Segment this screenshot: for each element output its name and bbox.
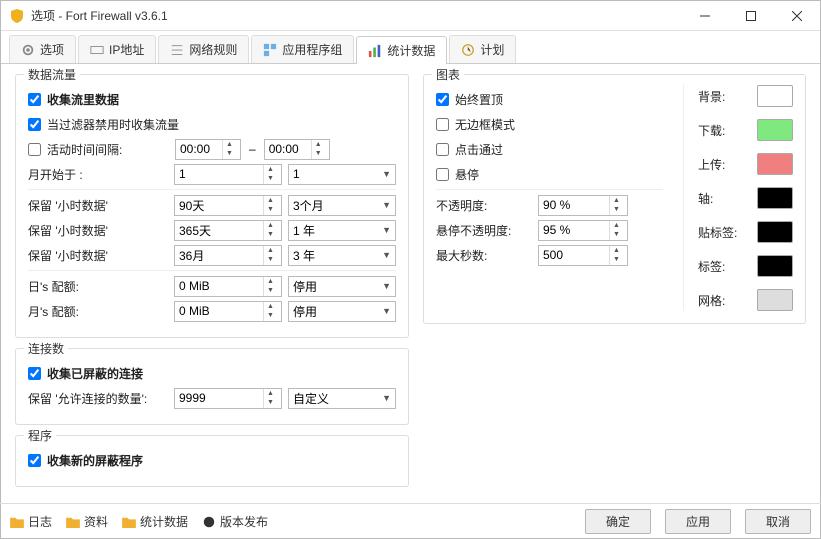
color-grid[interactable]: [757, 289, 793, 311]
footer: 日志 资料 统计数据 版本发布 确定 应用 取消: [0, 503, 821, 539]
folder-icon: [122, 516, 136, 528]
tab-schedule[interactable]: 计划: [449, 35, 516, 63]
link-stats[interactable]: 统计数据: [122, 513, 188, 530]
window-title: 选项 - Fort Firewall v3.6.1: [31, 7, 682, 24]
tab-appgroups[interactable]: 应用程序组: [251, 35, 354, 63]
group-title: 连接数: [24, 340, 68, 357]
tab-stats[interactable]: 统计数据: [356, 36, 447, 64]
day-quota-spin[interactable]: 0 MiB▲▼: [174, 276, 282, 297]
checkbox-always-top[interactable]: [436, 93, 449, 106]
group-traffic: 数据流量 收集流里数据 当过滤器禁用时收集流量 活动时间间隔: 00:00▲▼ …: [15, 74, 409, 338]
checkbox-collect-traffic[interactable]: [28, 93, 41, 106]
gear-icon: [21, 43, 35, 57]
keep1-spin[interactable]: 90天▲▼: [174, 195, 282, 216]
link-log[interactable]: 日志: [10, 513, 52, 530]
rules-icon: [170, 43, 184, 57]
checkbox-active-period[interactable]: [28, 143, 41, 156]
checkbox-frameless[interactable]: [436, 118, 449, 131]
month-quota-spin[interactable]: 0 MiB▲▼: [174, 301, 282, 322]
month-start-select[interactable]: 1▼: [288, 164, 396, 185]
keep2-spin[interactable]: 365天▲▼: [174, 220, 282, 241]
hover-opacity-spin[interactable]: 95 %▲▼: [538, 220, 628, 241]
tabs: 选项 IP地址 网络规则 应用程序组 统计数据 计划: [1, 31, 820, 64]
ok-button[interactable]: 确定: [585, 509, 651, 534]
color-ticks[interactable]: [757, 221, 793, 243]
apply-button[interactable]: 应用: [665, 509, 731, 534]
tab-netrules[interactable]: 网络规则: [158, 35, 249, 63]
color-bg[interactable]: [757, 85, 793, 107]
day-quota-select[interactable]: 停用▼: [288, 276, 396, 297]
color-axis[interactable]: [757, 187, 793, 209]
folder-icon: [66, 516, 80, 528]
group-title: 图表: [432, 66, 464, 83]
app-icon: [9, 8, 25, 24]
stats-icon: [368, 44, 382, 58]
color-upload[interactable]: [757, 153, 793, 175]
checkbox-collect-new-blocked[interactable]: [28, 454, 41, 467]
github-icon: [202, 516, 216, 528]
group-title: 数据流量: [24, 66, 80, 83]
color-download[interactable]: [757, 119, 793, 141]
time-from-input[interactable]: 00:00▲▼: [175, 139, 241, 160]
tab-options[interactable]: 选项: [9, 35, 76, 63]
time-to-input[interactable]: 00:00▲▼: [264, 139, 330, 160]
month-quota-select[interactable]: 停用▼: [288, 301, 396, 322]
month-start-spin[interactable]: 1▲▼: [174, 164, 282, 185]
color-label[interactable]: [757, 255, 793, 277]
checkbox-collect-blocked[interactable]: [28, 367, 41, 380]
keep3-spin[interactable]: 36月▲▼: [174, 245, 282, 266]
checkbox-collect-disabled[interactable]: [28, 118, 41, 131]
keep-conn-spin[interactable]: 9999▲▼: [174, 388, 282, 409]
close-button[interactable]: [774, 1, 820, 31]
folder-icon: [10, 516, 24, 528]
cancel-button[interactable]: 取消: [745, 509, 811, 534]
minimize-button[interactable]: [682, 1, 728, 31]
tab-ip[interactable]: IP地址: [78, 35, 156, 63]
titlebar: 选项 - Fort Firewall v3.6.1: [1, 1, 820, 31]
checkbox-hover[interactable]: [436, 168, 449, 181]
keep2-select[interactable]: 1 年▼: [288, 220, 396, 241]
apps-icon: [263, 43, 277, 57]
group-connections: 连接数 收集已屏蔽的连接 保留 '允许连接的数量': 9999▲▼ 自定义▼: [15, 348, 409, 425]
group-chart: 图表 始终置顶 无边框模式 点击通过 悬停 不透明度: 90 %▲▼ 悬停不透明…: [423, 74, 806, 324]
keep-conn-select[interactable]: 自定义▼: [288, 388, 396, 409]
keep3-select[interactable]: 3 年▼: [288, 245, 396, 266]
link-release[interactable]: 版本发布: [202, 513, 268, 530]
opacity-spin[interactable]: 90 %▲▼: [538, 195, 628, 216]
group-programs: 程序 收集新的屏蔽程序: [15, 435, 409, 487]
group-title: 程序: [24, 427, 56, 444]
ip-icon: [90, 43, 104, 57]
keep1-select[interactable]: 3个月▼: [288, 195, 396, 216]
maximize-button[interactable]: [728, 1, 774, 31]
checkbox-click-through[interactable]: [436, 143, 449, 156]
link-data[interactable]: 资料: [66, 513, 108, 530]
clock-icon: [461, 43, 475, 57]
max-sec-spin[interactable]: 500▲▼: [538, 245, 628, 266]
